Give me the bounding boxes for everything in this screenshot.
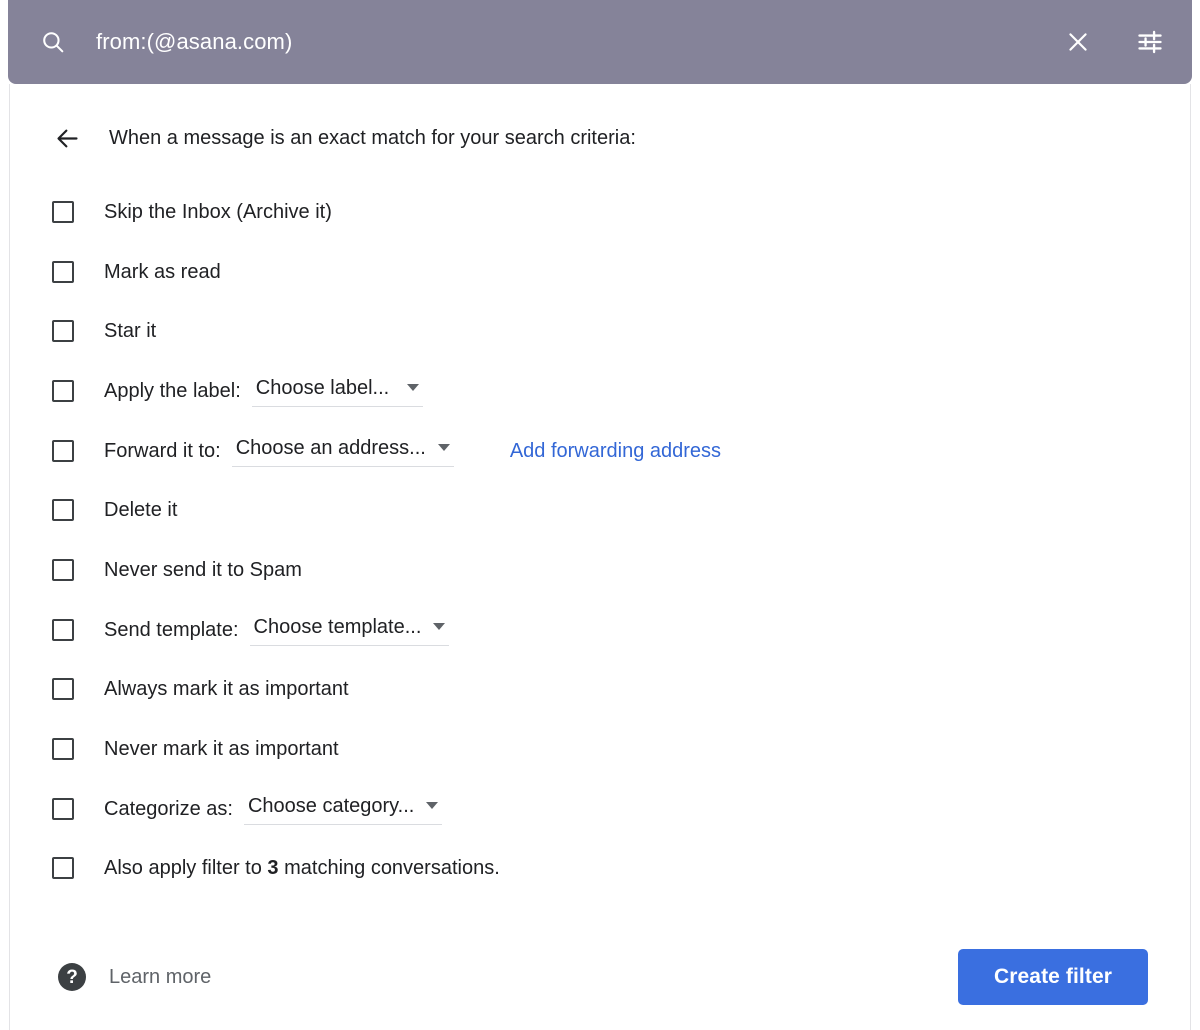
chevron-down-icon [437,444,450,452]
option-send-template[interactable]: Send template: Choose template... [10,600,1190,660]
option-label: Delete it [104,499,178,522]
tune-icon[interactable] [1134,26,1166,58]
checkbox-skip-inbox[interactable] [52,200,74,223]
option-label: Star it [104,320,157,343]
gmail-filter-dialog: from:(@asana.com) When a message is an e… [0,0,1200,1030]
checkbox-forward-it-to[interactable] [52,439,74,462]
option-label: Skip the Inbox (Archive it) [104,200,332,223]
option-also-apply-filter[interactable]: Also apply filter to 3 matching conversa… [10,839,1190,899]
checkbox-apply-label[interactable] [52,379,74,402]
add-forwarding-address-link[interactable]: Add forwarding address [510,438,721,464]
option-never-send-to-spam[interactable]: Never send it to Spam [10,540,1190,600]
template-select-value: Choose template... [253,615,422,638]
option-forward-it-to[interactable]: Forward it to: Choose an address... Add … [10,421,1190,481]
chevron-down-icon [407,384,420,392]
learn-more-label: Learn more [109,966,212,988]
forward-address-select-value: Choose an address... [235,436,426,459]
chevron-down-icon [426,802,439,810]
checkbox-mark-as-read[interactable] [52,260,74,283]
label-select[interactable]: Choose label... [251,375,424,407]
checkbox-star-it[interactable] [52,320,74,343]
learn-more-link[interactable]: ? Learn more [58,963,211,991]
close-icon[interactable] [1062,26,1094,58]
option-mark-as-read[interactable]: Mark as read [10,242,1190,302]
category-select-value: Choose category... [247,794,415,817]
search-bar-actions [1062,26,1166,58]
criteria-heading: When a message is an exact match for you… [109,127,636,149]
search-input[interactable]: from:(@asana.com) [96,28,1062,56]
checkbox-never-send-to-spam[interactable] [52,558,74,581]
matching-conversation-count: 3 [267,857,279,880]
option-always-important[interactable]: Always mark it as important [10,660,1190,720]
chevron-down-icon [433,623,446,631]
checkbox-always-important[interactable] [52,678,74,701]
back-arrow-icon[interactable] [52,123,82,153]
category-select[interactable]: Choose category... [243,793,443,825]
create-filter-button[interactable]: Create filter [958,949,1148,1005]
label-select-value: Choose label... [255,376,390,399]
also-apply-prefix: Also apply filter to [104,857,268,880]
option-apply-label[interactable]: Apply the label: Choose label... [10,361,1190,421]
search-icon[interactable] [38,27,68,57]
forward-address-select[interactable]: Choose an address... [231,435,454,467]
option-label: Also apply filter to 3 matching conversa… [104,855,500,881]
option-delete-it[interactable]: Delete it [10,480,1190,540]
option-label: Categorize as: [104,797,233,820]
checkbox-delete-it[interactable] [52,499,74,522]
option-categorize-as[interactable]: Categorize as: Choose category... [10,779,1190,839]
option-label: Never send it to Spam [104,558,302,581]
option-label: Always mark it as important [104,678,349,701]
option-label: Send template: [104,618,239,641]
dialog-footer: ? Learn more Create filter [10,924,1190,1030]
criteria-header: When a message is an exact match for you… [10,116,1190,160]
checkbox-also-apply-filter[interactable] [52,857,74,880]
filter-panel: When a message is an exact match for you… [9,84,1191,1030]
option-star-it[interactable]: Star it [10,301,1190,361]
help-icon: ? [58,963,86,991]
checkbox-send-template[interactable] [52,618,74,641]
option-never-important[interactable]: Never mark it as important [10,719,1190,779]
search-bar: from:(@asana.com) [8,0,1192,84]
option-skip-inbox[interactable]: Skip the Inbox (Archive it) [10,182,1190,242]
checkbox-never-important[interactable] [52,738,74,761]
option-label: Mark as read [104,260,221,283]
checkbox-categorize-as[interactable] [52,797,74,820]
option-label: Never mark it as important [104,738,339,761]
template-select[interactable]: Choose template... [249,614,450,646]
filter-actions-list: Skip the Inbox (Archive it) Mark as read… [10,182,1190,898]
option-label: Forward it to: [104,439,221,462]
also-apply-suffix: matching conversations. [278,857,500,880]
option-label: Apply the label: [104,379,241,402]
